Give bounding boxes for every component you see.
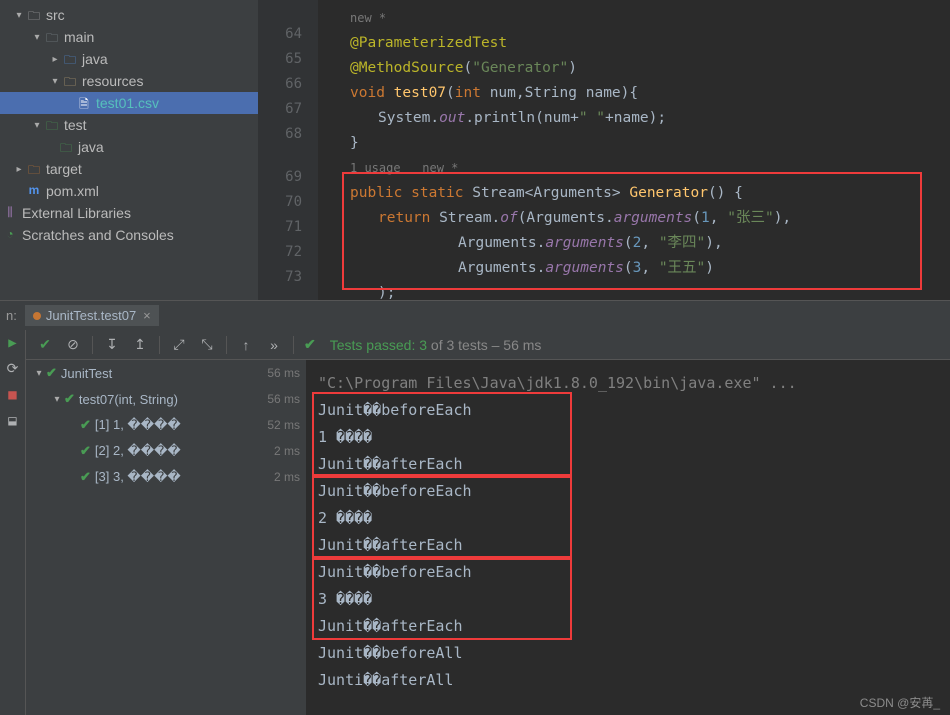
run-tab-label: JunitTest.test07 (46, 308, 136, 323)
tree-label: test01.csv (96, 95, 159, 111)
console-line: Junti��afterAll (318, 667, 938, 694)
project-tree[interactable]: ▾🗀src ▾🗀main ▸🗀java ▾🗀resources 🗎test01.… (0, 0, 258, 300)
console-line: Junit��beforeEach (318, 397, 938, 424)
tree-file-csv[interactable]: 🗎test01.csv (0, 92, 258, 114)
check-icon: ✔ (304, 336, 316, 353)
test-invocation-2[interactable]: ✔[2] 2, ����2 ms (26, 438, 306, 464)
tree-label: resources (82, 73, 143, 89)
console-line: 1 ���� (318, 424, 938, 451)
ignore-filter-icon[interactable]: ⊘ (64, 336, 82, 353)
code-pane[interactable]: new * @ParameterizedTest @MethodSource("… (318, 0, 950, 300)
test-results-toolbar: ✔ ⊘ ↧ ↥ ⤢ ⤡ ↑ » ✔ Tests passed: 3 of 3 t… (26, 330, 950, 360)
test-root[interactable]: ▾✔JunitTest56 ms (26, 360, 306, 386)
tree-label: External Libraries (22, 205, 131, 221)
stop-button[interactable]: ■ (0, 382, 25, 408)
tree-folder-src[interactable]: ▾🗀src (0, 4, 258, 26)
console-line: Junit��beforeAll (318, 640, 938, 667)
dump-button[interactable]: ⬓ (0, 408, 25, 434)
console-line: 2 ���� (318, 505, 938, 532)
test-tree[interactable]: ▾✔JunitTest56 ms ▾✔test07(int, String)56… (26, 360, 306, 715)
tree-label: pom.xml (46, 183, 99, 199)
test-invocation-1[interactable]: ✔[1] 1, ����52 ms (26, 412, 306, 438)
tree-scratches[interactable]: ◔Scratches and Consoles (0, 224, 258, 246)
rerun-button[interactable]: ▶ (0, 330, 25, 356)
tests-passed-text: Tests passed: 3 of 3 tests – 56 ms (330, 337, 542, 353)
tree-label: java (78, 139, 104, 155)
sort-down-icon[interactable]: ↧ (103, 336, 121, 353)
line-gutter: 64 65 66 67 68 69 70 71 72 73 (258, 0, 318, 300)
tree-label: main (64, 29, 94, 45)
tree-label: Scratches and Consoles (22, 227, 174, 243)
console-line: Junit��afterEach (318, 532, 938, 559)
prev-icon[interactable]: ↑ (237, 337, 255, 353)
watermark: CSDN @安苒_ (860, 694, 940, 711)
console-output[interactable]: "C:\Program Files\Java\jdk1.8.0_192\bin\… (306, 360, 950, 715)
run-test-icon (33, 312, 41, 320)
tree-folder-test[interactable]: ▾🗀test (0, 114, 258, 136)
code-editor[interactable]: 64 65 66 67 68 69 70 71 72 73 new * @Par… (258, 0, 950, 300)
more-icon[interactable]: » (265, 337, 283, 353)
run-side-toolbar: ▶ ⟳ ■ ⬓ (0, 330, 26, 715)
console-line: Junit��beforeEach (318, 478, 938, 505)
pass-filter-icon[interactable]: ✔ (36, 336, 54, 353)
toggle-button[interactable]: ⟳ (0, 356, 25, 382)
console-line: Junit��beforeEach (318, 559, 938, 586)
run-label: n: (6, 308, 17, 323)
run-config-tab[interactable]: JunitTest.test07 × (25, 305, 159, 326)
sort-up-icon[interactable]: ↥ (131, 336, 149, 353)
test-method[interactable]: ▾✔test07(int, String)56 ms (26, 386, 306, 412)
test-invocation-3[interactable]: ✔[3] 3, ����2 ms (26, 464, 306, 490)
console-cmd: "C:\Program Files\Java\jdk1.8.0_192\bin\… (318, 370, 938, 397)
tree-label: java (82, 51, 108, 67)
tree-folder-target[interactable]: ▸🗀target (0, 158, 258, 180)
tree-label: src (46, 7, 65, 23)
close-icon[interactable]: × (143, 308, 151, 323)
expand-icon[interactable]: ⤢ (170, 336, 188, 353)
tree-folder-java[interactable]: ▸🗀java (0, 48, 258, 70)
collapse-icon[interactable]: ⤡ (198, 336, 216, 353)
tree-label: test (64, 117, 87, 133)
tree-folder-java-test[interactable]: 🗀java (0, 136, 258, 158)
tree-folder-main[interactable]: ▾🗀main (0, 26, 258, 48)
console-line: Junit��afterEach (318, 613, 938, 640)
tree-label: target (46, 161, 82, 177)
tree-folder-resources[interactable]: ▾🗀resources (0, 70, 258, 92)
run-tab-bar: n: JunitTest.test07 × (0, 300, 950, 330)
tree-file-pom[interactable]: mpom.xml (0, 180, 258, 202)
console-line: 3 ���� (318, 586, 938, 613)
console-line: Junit��afterEach (318, 451, 938, 478)
tree-ext-libs[interactable]: ⫼External Libraries (0, 202, 258, 224)
